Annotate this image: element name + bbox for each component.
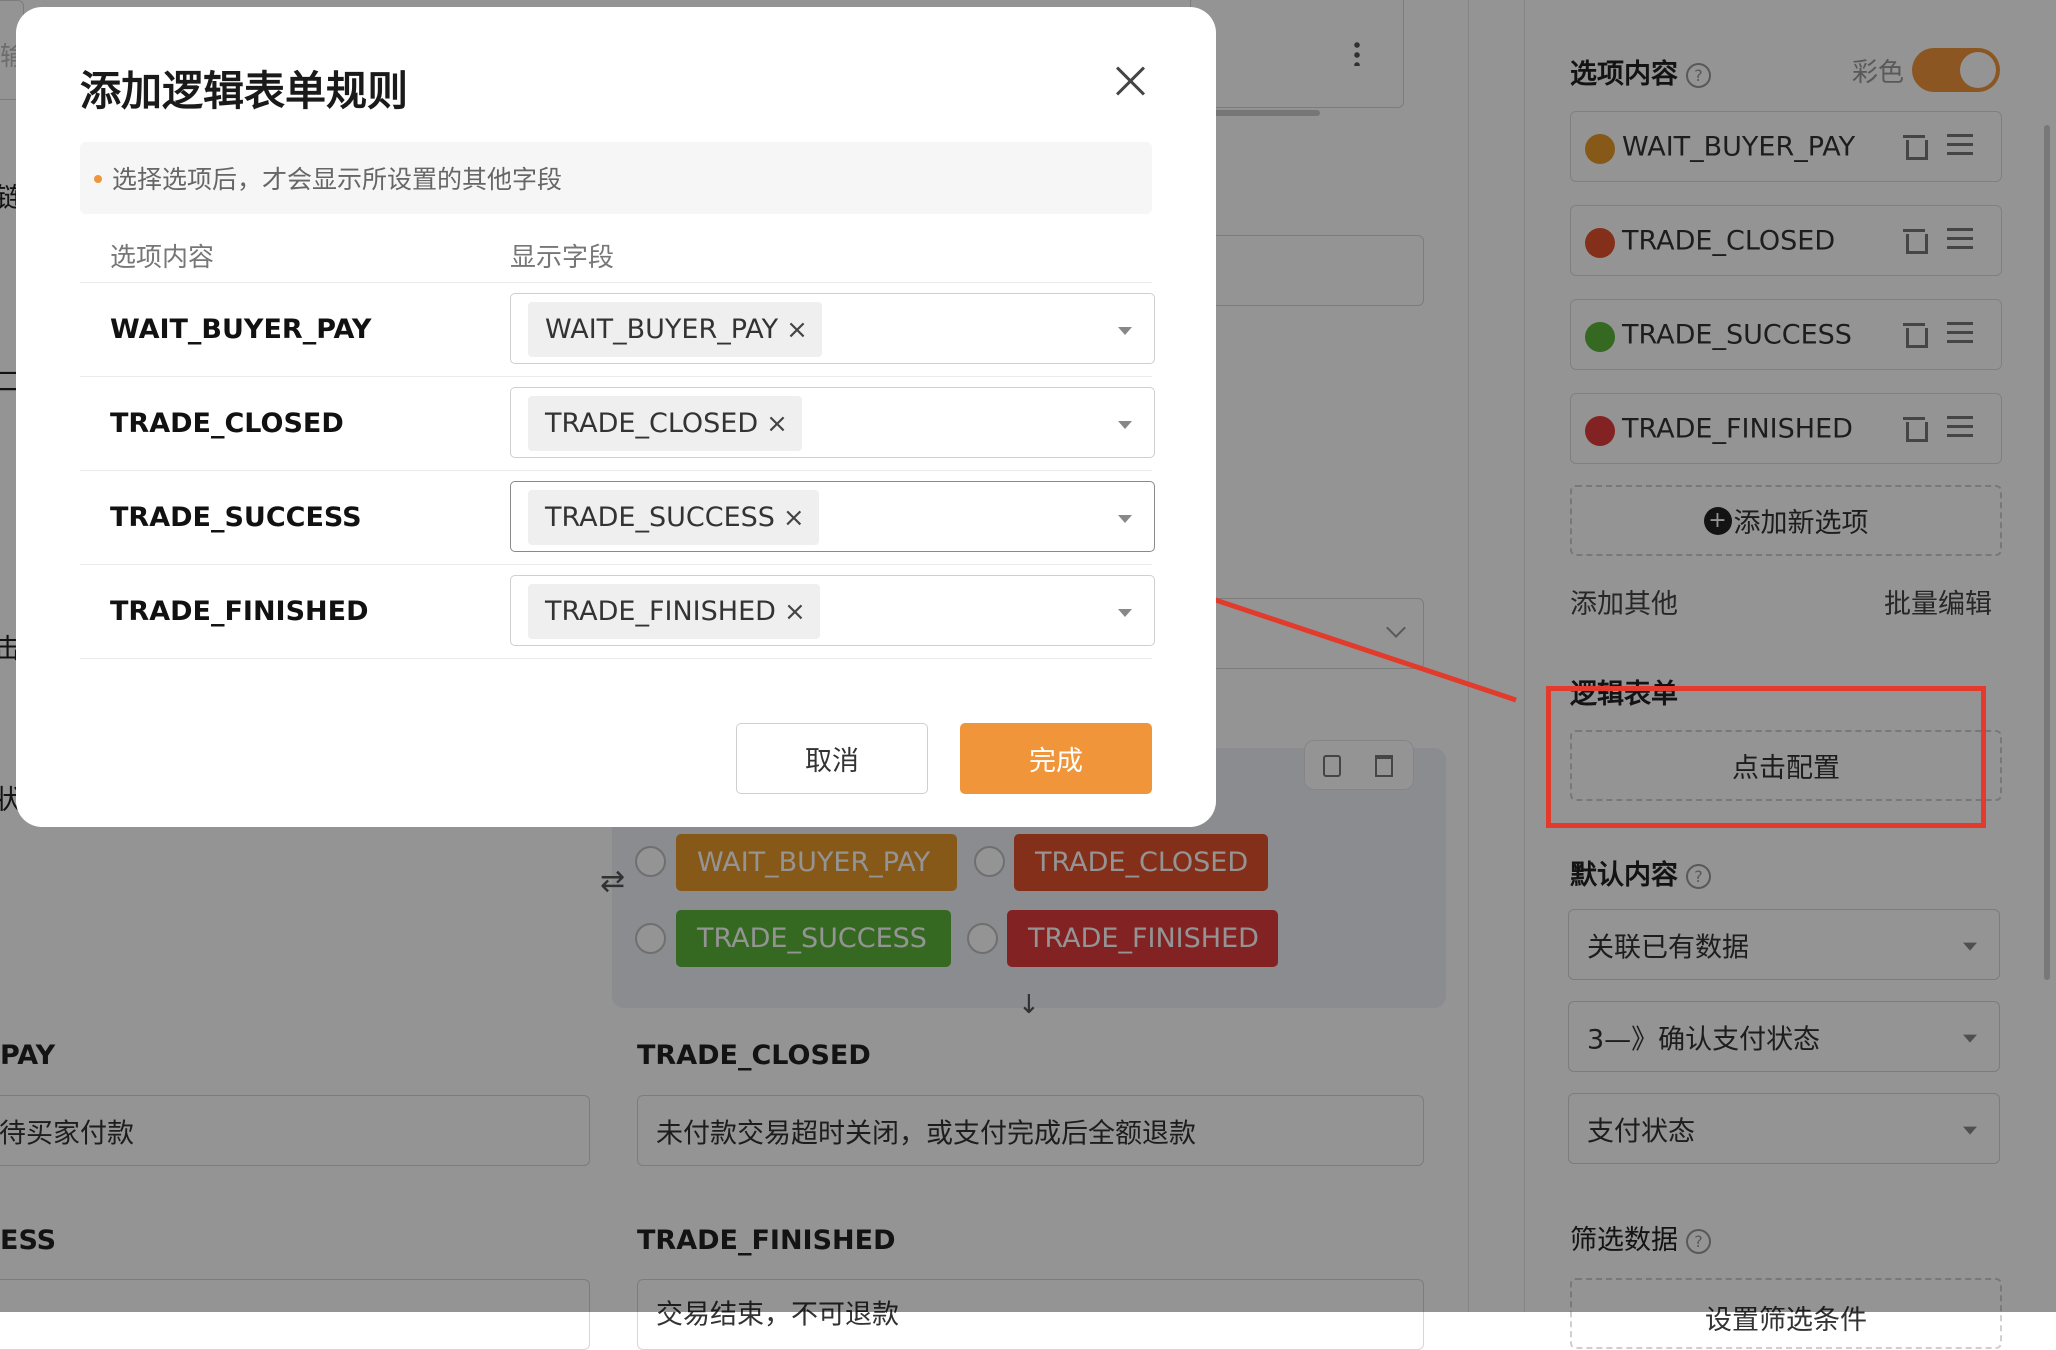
- rule-option-label: TRADE_CLOSED: [110, 408, 344, 439]
- chip-close-icon[interactable]: ×: [786, 315, 808, 345]
- bullet-dot: [94, 175, 102, 183]
- rule-option-label: TRADE_SUCCESS: [110, 502, 362, 533]
- caret-down-icon: [1118, 421, 1132, 429]
- close-icon[interactable]: [1112, 62, 1150, 100]
- caret-down-icon: [1118, 327, 1132, 335]
- field-chip: TRADE_CLOSED ×: [528, 396, 802, 451]
- rule-option-label: TRADE_FINISHED: [110, 596, 369, 627]
- chip-close-icon[interactable]: ×: [784, 597, 806, 627]
- row-divider: [80, 564, 1152, 565]
- field-chip: WAIT_BUYER_PAY ×: [528, 302, 822, 357]
- chip-close-icon[interactable]: ×: [783, 503, 805, 533]
- column-header-fields: 显示字段: [510, 243, 615, 273]
- row-divider: [80, 282, 1152, 283]
- caret-down-icon: [1118, 609, 1132, 617]
- notice-banner: 选择选项后，才会显示所设置的其他字段: [80, 142, 1152, 214]
- field-chip: TRADE_FINISHED ×: [528, 584, 820, 639]
- dialog-title: 添加逻辑表单规则: [80, 67, 408, 115]
- rule-option-label: WAIT_BUYER_PAY: [110, 314, 372, 345]
- notice-text: 选择选项后，才会显示所设置的其他字段: [112, 165, 563, 194]
- row-divider: [80, 658, 1152, 659]
- column-header-option: 选项内容: [110, 243, 215, 273]
- rule-field-select[interactable]: WAIT_BUYER_PAY ×: [510, 293, 1155, 364]
- cancel-button[interactable]: 取消: [736, 723, 928, 794]
- row-divider: [80, 376, 1152, 377]
- field-chip: TRADE_SUCCESS ×: [528, 490, 819, 545]
- rule-field-select[interactable]: TRADE_CLOSED ×: [510, 387, 1155, 458]
- caret-down-icon: [1118, 515, 1132, 523]
- logic-rule-dialog: 添加逻辑表单规则 选择选项后，才会显示所设置的其他字段 选项内容 显示字段 WA…: [16, 7, 1216, 827]
- row-divider: [80, 470, 1152, 471]
- rule-field-select[interactable]: TRADE_SUCCESS ×: [510, 481, 1155, 552]
- chip-close-icon[interactable]: ×: [766, 409, 788, 439]
- done-button[interactable]: 完成: [960, 723, 1152, 794]
- rule-field-select[interactable]: TRADE_FINISHED ×: [510, 575, 1155, 646]
